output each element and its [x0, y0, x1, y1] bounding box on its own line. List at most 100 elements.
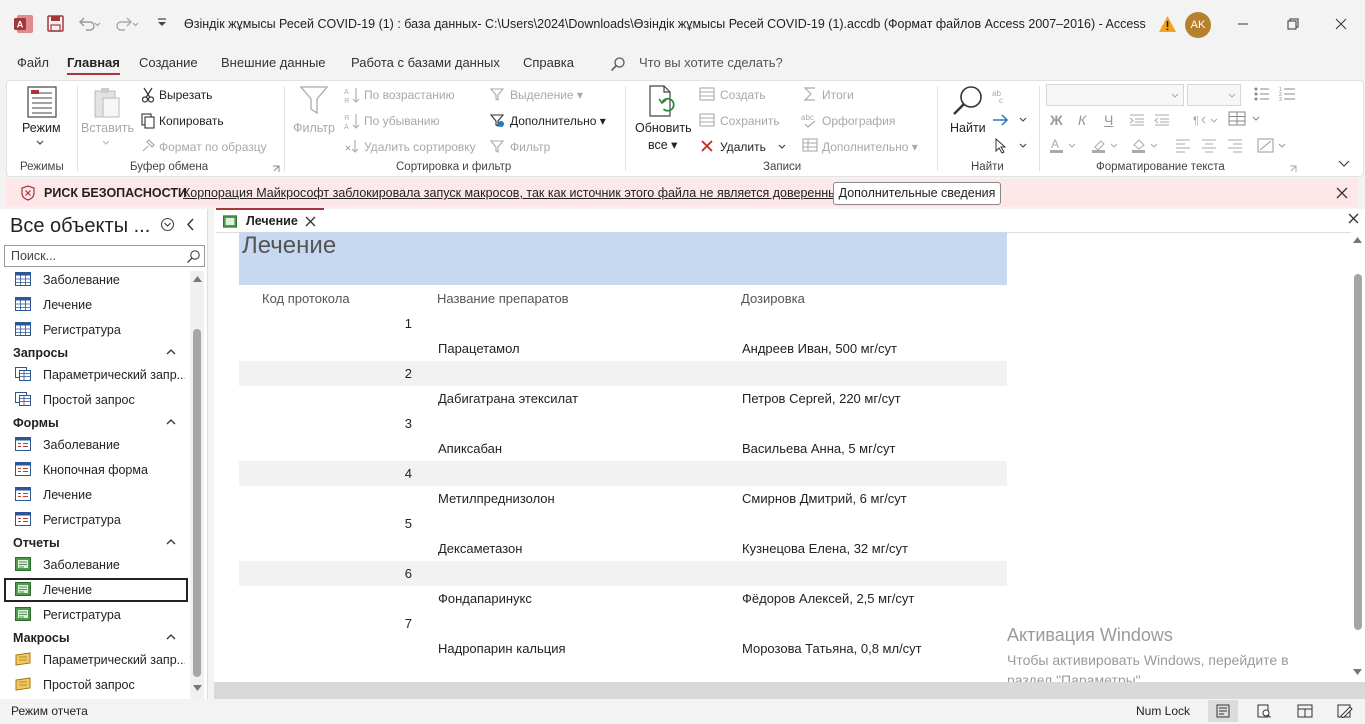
advanced-filter-button[interactable]: Дополнительно ▾ — [510, 114, 606, 128]
nav-item-report[interactable]: Регистратура — [4, 603, 188, 627]
nav-item-query[interactable]: Параметрический запр... — [4, 363, 188, 387]
more-info-button[interactable]: Дополнительные сведения — [833, 182, 1001, 205]
tab-help[interactable]: Справка — [523, 55, 574, 70]
tell-me-input[interactable]: Что вы хотите сделать? — [639, 55, 783, 70]
italic-button[interactable]: К — [1078, 112, 1086, 128]
totals-button[interactable]: Итоги — [822, 88, 854, 102]
nav-group-queries[interactable]: Запросы — [13, 346, 68, 360]
conditional-format-icon[interactable] — [1257, 137, 1289, 155]
replace-icon[interactable]: ab c — [992, 88, 1010, 104]
font-color-icon[interactable]: A — [1050, 137, 1078, 155]
collapse-nav-icon[interactable] — [186, 218, 196, 231]
chevron-down-icon[interactable] — [36, 140, 44, 146]
nav-item-table[interactable]: Регистратура — [4, 318, 188, 342]
filter-button[interactable]: Фильтр — [293, 121, 335, 135]
warning-icon[interactable] — [1158, 15, 1177, 33]
redo-icon[interactable] — [114, 15, 138, 32]
chevron-down-icon[interactable] — [778, 144, 786, 150]
refresh-all-button[interactable]: Обновить — [635, 121, 692, 135]
nav-group-reports[interactable]: Отчеты — [13, 536, 60, 550]
close-tab-icon[interactable] — [305, 216, 316, 227]
nav-item-form[interactable]: Лечение — [4, 483, 188, 507]
tab-create[interactable]: Создание — [139, 55, 198, 70]
chevron-down-icon[interactable] — [102, 140, 110, 146]
close-icon[interactable] — [1336, 187, 1348, 199]
nav-scrollbar[interactable] — [190, 271, 204, 699]
close-document-icon[interactable] — [1348, 213, 1359, 224]
sort-descending-button[interactable]: По убыванию — [364, 114, 440, 128]
format-painter-button[interactable]: Формат по образцу — [159, 140, 267, 154]
paste-button[interactable]: Вставить — [81, 121, 134, 135]
search-icon[interactable] — [610, 56, 626, 72]
view-icon[interactable] — [27, 86, 57, 118]
nav-item-macro[interactable]: Параметрический запр... — [4, 648, 188, 672]
nav-pane-title[interactable]: Все объекты ... — [10, 215, 150, 238]
nav-item-report-selected[interactable]: Лечение — [4, 578, 188, 602]
nav-item-form[interactable]: Заболевание — [4, 433, 188, 457]
save-icon[interactable] — [47, 15, 64, 32]
report-view-button[interactable] — [1208, 700, 1238, 722]
select-cursor-icon[interactable] — [994, 138, 1030, 154]
close-window-icon[interactable] — [1334, 17, 1348, 31]
chevron-up-icon[interactable] — [166, 538, 176, 545]
save-record-button[interactable]: Сохранить — [720, 114, 780, 128]
nav-item-report[interactable]: Заболевание — [4, 553, 188, 577]
avatar[interactable]: AK — [1185, 12, 1211, 38]
find-button[interactable]: Найти — [950, 121, 986, 135]
nav-item-query[interactable]: Простой запрос — [4, 388, 188, 412]
paragraph-direction-icon[interactable]: ¶ — [1193, 113, 1229, 127]
font-name-select[interactable] — [1046, 84, 1184, 106]
nav-pane-menu-icon[interactable] — [160, 217, 175, 232]
dialog-launcher-icon[interactable] — [272, 165, 280, 173]
nav-search-input[interactable]: Поиск... — [4, 245, 205, 267]
report-horizontal-scrollbar[interactable] — [214, 682, 1365, 699]
selection-button[interactable]: Выделение ▾ — [510, 88, 583, 102]
restore-icon[interactable] — [1286, 17, 1300, 31]
chevron-up-icon[interactable] — [166, 348, 176, 355]
security-message-link[interactable]: Корпорация Майкрософт заблокировала запу… — [183, 186, 849, 200]
spelling-button[interactable]: Орфография — [822, 114, 895, 128]
report-scroll-thumb[interactable] — [1354, 274, 1362, 630]
collapse-ribbon-icon[interactable] — [1338, 160, 1350, 168]
nav-item-form[interactable]: Регистратура — [4, 508, 188, 532]
nav-item-table[interactable]: Заболевание — [4, 268, 188, 292]
sort-ascending-button[interactable]: По возрастанию — [364, 88, 455, 102]
nav-scroll-thumb[interactable] — [193, 329, 201, 677]
cut-button[interactable]: Вырезать — [159, 88, 212, 102]
chevron-up-icon[interactable] — [166, 633, 176, 640]
view-button[interactable]: Режим — [22, 121, 61, 135]
goto-arrow-icon[interactable] — [992, 113, 1030, 127]
tab-database-tools[interactable]: Работа с базами данных — [351, 55, 500, 70]
delete-button[interactable]: Удалить — [720, 140, 766, 154]
bullets-icon[interactable]: 123 — [1253, 86, 1299, 102]
nav-item-form[interactable]: Кнопочная форма — [4, 458, 188, 482]
document-tab[interactable]: Лечение — [216, 208, 324, 232]
dialog-launcher-icon[interactable] — [1289, 165, 1297, 173]
toggle-filter-button[interactable]: Фильтр — [510, 140, 550, 154]
indent-icons[interactable] — [1129, 113, 1177, 127]
customize-toolbar-icon[interactable] — [156, 17, 168, 29]
undo-icon[interactable] — [77, 15, 101, 32]
minimize-icon[interactable] — [1236, 18, 1250, 30]
highlight-icon[interactable] — [1092, 137, 1120, 155]
new-record-button[interactable]: Создать — [720, 88, 766, 102]
report-vertical-scrollbar[interactable] — [1351, 232, 1365, 682]
tab-external-data[interactable]: Внешние данные — [221, 55, 326, 70]
font-size-select[interactable] — [1187, 84, 1241, 106]
more-records-button[interactable]: Дополнительно ▾ — [822, 140, 918, 154]
layout-view-icon[interactable] — [1297, 704, 1313, 718]
remove-sort-button[interactable]: Удалить сортировку — [364, 140, 476, 154]
nav-group-macros[interactable]: Макросы — [13, 631, 70, 645]
tab-home[interactable]: Главная — [67, 55, 120, 75]
nav-item-table[interactable]: Лечение — [4, 293, 188, 317]
print-preview-icon[interactable] — [1257, 704, 1271, 718]
nav-item-macro[interactable]: Простой запрос — [4, 673, 188, 697]
tab-file[interactable]: Файл — [17, 55, 49, 70]
chevron-up-icon[interactable] — [166, 418, 176, 425]
fill-color-icon[interactable] — [1132, 137, 1160, 155]
bold-button[interactable]: Ж — [1050, 112, 1063, 128]
underline-button[interactable]: Ч — [1104, 112, 1113, 128]
copy-button[interactable]: Копировать — [159, 114, 224, 128]
design-view-icon[interactable] — [1337, 704, 1353, 718]
gridlines-icon[interactable] — [1228, 111, 1264, 127]
